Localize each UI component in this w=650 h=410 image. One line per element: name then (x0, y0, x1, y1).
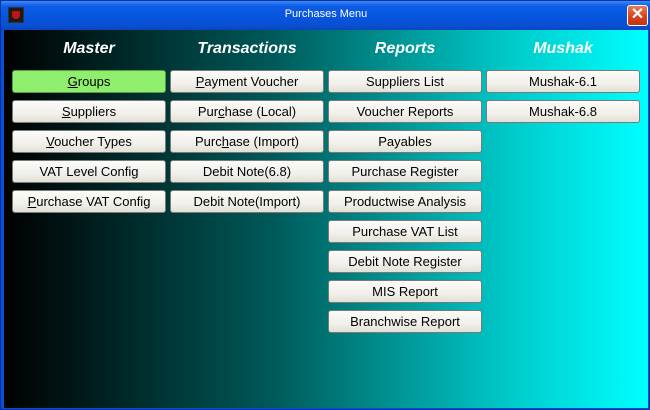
master-header: Master (63, 40, 115, 57)
menu-panel: Master Transactions Reports Mushak Group… (4, 30, 648, 408)
mis-report-button[interactable]: MIS Report (328, 280, 482, 303)
payables-button[interactable]: Payables (328, 130, 482, 153)
button-label-part: roups (77, 74, 111, 89)
button-label-part: VAT Level Config (39, 164, 139, 179)
button-label-part: Purc (194, 134, 222, 149)
mushak-6-1-button[interactable]: Mushak-6.1 (486, 70, 640, 93)
purchase-import-button[interactable]: Purchase (Import) (170, 130, 324, 153)
productwise-analysis-button[interactable]: Productwise Analysis (328, 190, 482, 213)
button-label-part: ayment Voucher (204, 74, 299, 89)
button-mnemonic: S (61, 104, 71, 119)
purchase-vat-config-button[interactable]: Purchase VAT Config (12, 190, 166, 213)
voucher-reports-button[interactable]: Voucher Reports (328, 100, 482, 123)
purchase-vat-list-button[interactable]: Purchase VAT List (328, 220, 482, 243)
reports-header: Reports (374, 40, 436, 57)
window-title: Purchases Menu (284, 8, 368, 20)
button-label-part: Debit Note(6.8) (202, 164, 292, 179)
title-bar[interactable]: Purchases Menu ✕ (1, 1, 650, 30)
payment-voucher-button[interactable]: Payment Voucher (170, 70, 324, 93)
button-label-part: oucher Types (54, 134, 132, 149)
suppliers-button[interactable]: Suppliers (12, 100, 166, 123)
vat-level-config-button[interactable]: VAT Level Config (12, 160, 166, 183)
button-label-part: Debit Note(Import) (193, 194, 301, 209)
button-label-part: ase (Import) (228, 134, 300, 149)
purchase-register-button[interactable]: Purchase Register (328, 160, 482, 183)
branchwise-report-button[interactable]: Branchwise Report (328, 310, 482, 333)
close-button[interactable]: ✕ (627, 5, 648, 26)
debit-note-register-button[interactable]: Debit Note Register (328, 250, 482, 273)
button-label-part: hase (Local) (224, 104, 297, 119)
purchase-local-button[interactable]: Purchase (Local) (170, 100, 324, 123)
button-mnemonic: P (27, 194, 37, 209)
button-label-part: uppliers (70, 104, 117, 119)
suppliers-list-button[interactable]: Suppliers List (328, 70, 482, 93)
button-label-part: urchase VAT Config (36, 194, 151, 209)
transactions-header: Transactions (197, 40, 297, 57)
button-mnemonic: h (221, 134, 229, 149)
voucher-types-button[interactable]: Voucher Types (12, 130, 166, 153)
button-mnemonic: V (46, 134, 55, 149)
button-mnemonic: G (67, 74, 78, 89)
mushak-6-8-button[interactable]: Mushak-6.8 (486, 100, 640, 123)
button-label-part: Pur (197, 104, 219, 119)
debit-note-6-8-button[interactable]: Debit Note(6.8) (170, 160, 324, 183)
mushak-header: Mushak (533, 40, 593, 57)
debit-note-import-button[interactable]: Debit Note(Import) (170, 190, 324, 213)
groups-button[interactable]: Groups (12, 70, 166, 93)
purchases-menu-window: Purchases Menu ✕ Master Transactions Rep… (0, 0, 650, 410)
